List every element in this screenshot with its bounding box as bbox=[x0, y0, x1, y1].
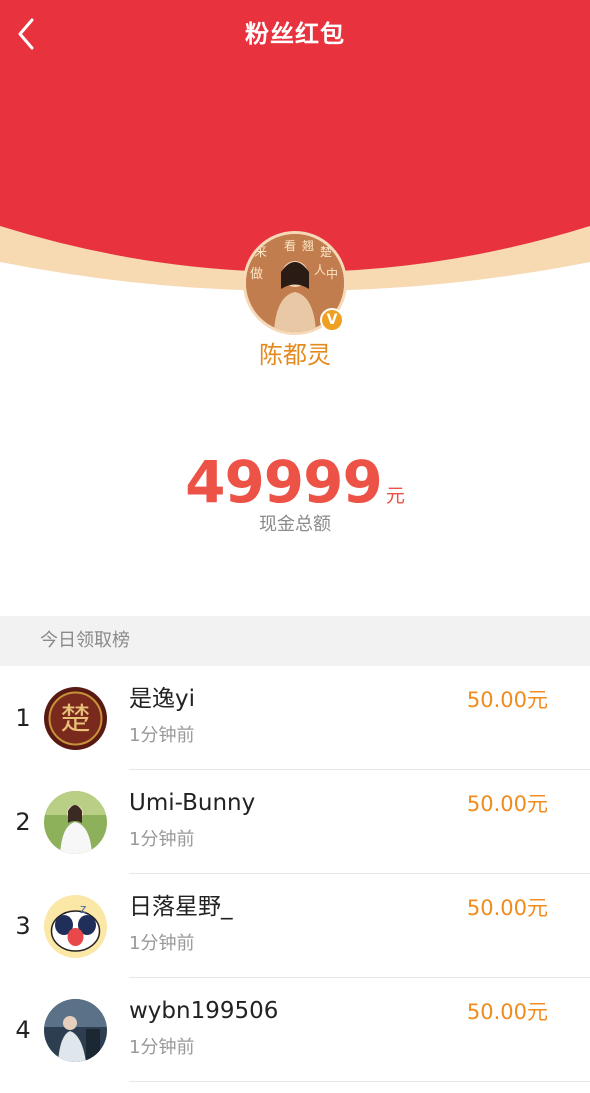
claim-time: 1分钟前 bbox=[129, 1037, 195, 1058]
user-avatar[interactable]: z bbox=[44, 895, 107, 958]
avatar-caption-1: 来 bbox=[254, 245, 267, 260]
leaderboard-header: 今日领取榜 bbox=[0, 616, 590, 666]
user-name: 日落星野_ bbox=[129, 894, 233, 920]
claim-amount: 50.00元 bbox=[466, 1000, 548, 1024]
row-divider bbox=[129, 1081, 590, 1082]
avatar-glyph: z bbox=[80, 902, 86, 916]
verified-badge-icon: V bbox=[320, 308, 344, 332]
avatar-caption-7: 中 bbox=[326, 266, 338, 281]
total-amount-label: 现金总额 bbox=[259, 514, 331, 535]
user-name: Umi-Bunny bbox=[129, 790, 256, 816]
claim-time: 1分钟前 bbox=[129, 725, 195, 746]
user-avatar[interactable] bbox=[44, 791, 107, 854]
claim-amount: 50.00元 bbox=[466, 792, 548, 816]
user-avatar[interactable]: 楚 bbox=[44, 687, 107, 750]
total-amount-value: 49999 bbox=[185, 448, 383, 516]
leaderboard-row[interactable]: 2 Umi-Bunny 1分钟前 50.00元 bbox=[0, 770, 590, 874]
leaderboard-row[interactable]: 3 z 日落星野_ 1分钟前 50.00元 bbox=[0, 874, 590, 978]
avatar-caption-5: 做 bbox=[250, 267, 263, 282]
avatar-caption-6: 人 bbox=[314, 263, 326, 277]
avatar-caption-2: 看 bbox=[284, 239, 296, 253]
user-name: wybn199506 bbox=[129, 998, 279, 1024]
leaderboard-title: 今日领取榜 bbox=[40, 630, 130, 651]
claim-time: 1分钟前 bbox=[129, 829, 195, 850]
user-name: 是逸yi bbox=[129, 686, 196, 712]
claim-amount: 50.00元 bbox=[466, 688, 548, 712]
avatar-glyph: 楚 bbox=[61, 702, 91, 737]
avatar-caption-3: 翘 bbox=[302, 239, 314, 253]
leaderboard-row[interactable]: 4 wybn199506 1分钟前 50.00元 bbox=[0, 978, 590, 1082]
rank-number: 1 bbox=[15, 704, 31, 732]
claim-time: 1分钟前 bbox=[129, 933, 195, 954]
page-title: 粉丝红包 bbox=[245, 20, 345, 48]
avatar-caption-4: 楚 bbox=[320, 245, 332, 259]
user-avatar[interactable] bbox=[44, 999, 107, 1062]
host-name[interactable]: 陈都灵 bbox=[0, 338, 590, 372]
leaderboard-list: 1 楚 是逸yi 1分钟前 50.00元 2 Umi-Bunny 1分钟前 50… bbox=[0, 666, 590, 1082]
rank-number: 2 bbox=[15, 808, 31, 836]
total-amount-unit: 元 bbox=[385, 485, 405, 507]
leaderboard-row[interactable]: 1 楚 是逸yi 1分钟前 50.00元 bbox=[0, 666, 590, 770]
rank-number: 3 bbox=[15, 912, 31, 940]
rank-number: 4 bbox=[15, 1016, 31, 1044]
claim-amount: 50.00元 bbox=[466, 896, 548, 920]
total-amount: 49999 元 bbox=[0, 448, 590, 516]
